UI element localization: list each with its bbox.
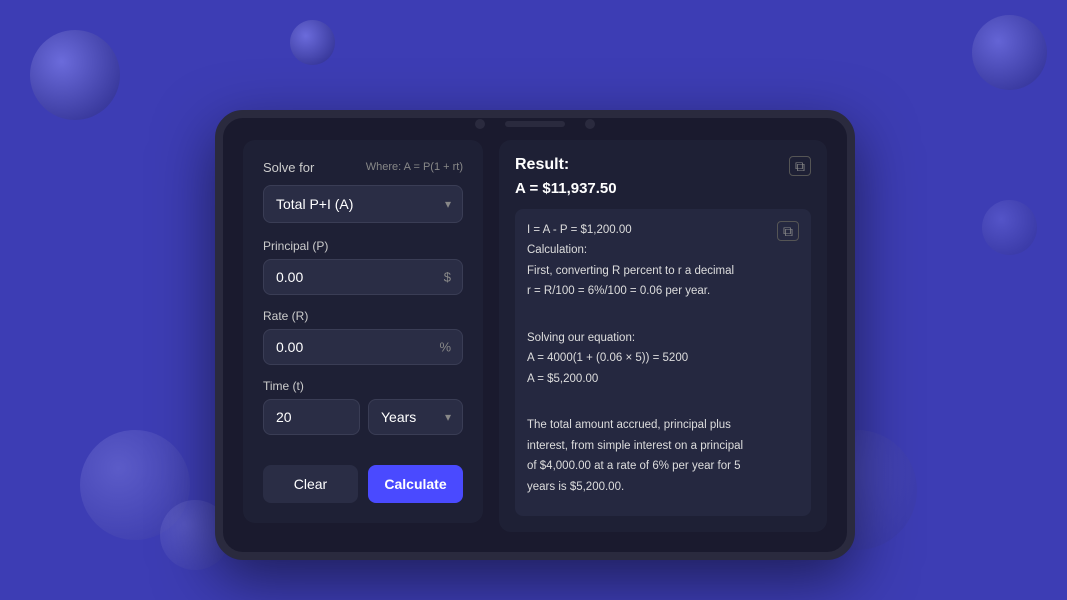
detail-line-7: A = $5,200.00 [527, 370, 743, 388]
decoration-orb-2 [290, 20, 335, 65]
detail-line-1: I = A - P = $1,200.00 [527, 221, 743, 239]
time-input-wrapper [263, 399, 360, 451]
detail-line-8: The total amount accrued, principal plus [527, 416, 743, 434]
calculate-button[interactable]: Calculate [368, 465, 463, 503]
result-panel: Result: ⧉ A = $11,937.50 I = A - P = $1,… [499, 140, 827, 532]
result-title: Result: [515, 156, 569, 174]
decoration-orb-1 [30, 30, 120, 120]
detail-copy-icon[interactable]: ⧉ [777, 221, 799, 241]
tablet-speaker [505, 121, 565, 127]
formula-label: Where: A = P(1 + rt) [366, 161, 463, 173]
principal-label: Principal (P) [263, 239, 463, 253]
clear-button[interactable]: Clear [263, 465, 358, 503]
calculator-panel: Solve for Where: A = P(1 + rt) Total P+I… [243, 140, 483, 523]
principal-input-wrapper: $ [263, 259, 463, 295]
rate-input-wrapper: % [263, 329, 463, 365]
solve-for-header: Solve for Where: A = P(1 + rt) [263, 160, 463, 175]
solve-for-label: Solve for [263, 160, 314, 175]
detail-spacer-2 [527, 396, 743, 414]
time-input[interactable] [263, 399, 360, 435]
copy-icon[interactable]: ⧉ [789, 156, 811, 176]
result-detail-box: I = A - P = $1,200.00 Calculation: First… [515, 209, 811, 516]
tablet-content: Solve for Where: A = P(1 + rt) Total P+I… [223, 130, 847, 552]
decoration-orb-7 [982, 200, 1037, 255]
rate-label: Rate (R) [263, 309, 463, 323]
detail-line-3: First, converting R percent to r a decim… [527, 262, 743, 280]
tablet-mic [585, 119, 595, 129]
result-main-value: A = $11,937.50 [515, 180, 811, 197]
solve-for-select[interactable]: Total P+I (A) Principal (P) Rate (R) Tim… [263, 185, 463, 223]
rate-input[interactable] [263, 329, 463, 365]
time-label: Time (t) [263, 379, 463, 393]
time-unit-select[interactable]: Years Months Days [368, 399, 463, 435]
time-row: Years Months Days ▾ [263, 399, 463, 451]
detail-line-6: A = 4000(1 + (0.06 × 5)) = 5200 [527, 349, 743, 367]
principal-input[interactable] [263, 259, 463, 295]
tablet-camera [475, 119, 485, 129]
detail-line-10: of $4,000.00 at a rate of 6% per year fo… [527, 457, 743, 475]
solve-for-wrapper: Total P+I (A) Principal (P) Rate (R) Tim… [263, 185, 463, 223]
detail-line-2: Calculation: [527, 241, 743, 259]
result-header: Result: ⧉ [515, 156, 811, 176]
tablet-top-bar [223, 118, 847, 130]
button-row: Clear Calculate [263, 465, 463, 503]
time-unit-wrapper: Years Months Days ▾ [368, 399, 463, 435]
detail-line-4: r = R/100 = 6%/100 = 0.06 per year. [527, 282, 743, 300]
tablet-frame: Solve for Where: A = P(1 + rt) Total P+I… [215, 110, 855, 560]
detail-line-11: years is $5,200.00. [527, 478, 743, 496]
detail-line-5: Solving our equation: [527, 329, 743, 347]
result-detail-text: I = A - P = $1,200.00 Calculation: First… [527, 221, 743, 498]
detail-spacer-1 [527, 308, 743, 326]
result-detail-header: I = A - P = $1,200.00 Calculation: First… [527, 221, 799, 498]
decoration-orb-3 [972, 15, 1047, 90]
detail-line-9: interest, from simple interest on a prin… [527, 437, 743, 455]
